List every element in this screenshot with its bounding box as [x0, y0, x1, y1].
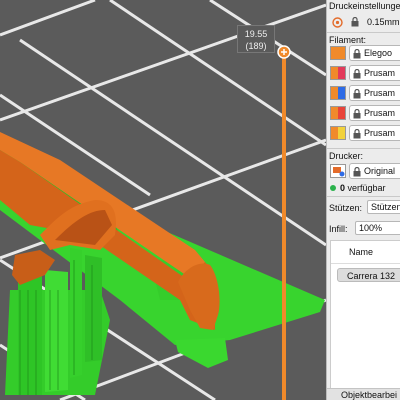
filament-label: Filament:	[329, 35, 367, 45]
swatch-color-1	[338, 87, 345, 99]
filament-combo[interactable]: Prusam	[349, 85, 400, 101]
lock-icon	[353, 108, 361, 118]
status-dot-icon	[330, 184, 336, 191]
filament-color-swatch[interactable]	[330, 86, 346, 100]
lock-icon	[353, 68, 361, 78]
filament-name: Prusam	[364, 128, 396, 138]
filament-name: Prusam	[364, 88, 396, 98]
swatch-color-0	[331, 47, 345, 59]
filament-color-swatch[interactable]	[330, 106, 346, 120]
lock-icon	[351, 16, 359, 29]
available-text: verfügbar	[347, 182, 386, 193]
swatch-color-0	[331, 107, 338, 119]
available-count: 0	[340, 182, 346, 193]
swatch-color-0	[331, 127, 338, 139]
settings-sidebar: Druckeinstellungen 0.15mm Filament: Druc…	[326, 0, 400, 400]
filament-name: Elegoo	[364, 48, 393, 58]
swatch-color-0	[331, 87, 338, 99]
printer-icon	[330, 164, 346, 178]
filament-name: Prusam	[364, 68, 396, 78]
filament-combo[interactable]: Prusam	[349, 105, 400, 121]
lock-icon	[353, 166, 361, 176]
filament-name: Prusam	[364, 108, 396, 118]
lock-icon	[353, 88, 361, 98]
swatch-color-1	[338, 67, 345, 79]
swatch-color-0	[331, 67, 338, 79]
object-list[interactable]: Name Carrera 132	[330, 240, 400, 390]
filament-color-swatch[interactable]	[330, 66, 346, 80]
printer-name: Original	[364, 166, 396, 176]
filament-combo[interactable]: Prusam	[349, 125, 400, 141]
availability-row: 0 verfügbar	[330, 180, 386, 195]
supports-select[interactable]: Stützen	[367, 200, 400, 214]
printer-combo[interactable]: Original	[349, 163, 400, 179]
3d-viewport[interactable]: 19.55 (189)	[0, 0, 326, 400]
filament-combo[interactable]: Elegoo	[349, 45, 400, 61]
swatch-color-1	[338, 107, 345, 119]
infill-input[interactable]: 100%	[355, 221, 400, 235]
layer-number: (189)	[245, 41, 267, 51]
print-settings-icon	[332, 17, 343, 28]
filament-color-swatch[interactable]	[330, 126, 346, 140]
print-settings-combo[interactable]: 0.15mm	[367, 14, 400, 29]
object-edit-tab[interactable]: Objektbearbei	[327, 388, 400, 400]
layer-height-value: 19.55	[244, 29, 268, 39]
printer-label: Drucker:	[329, 151, 364, 161]
layer-height-tooltip: 19.55 (189)	[237, 25, 275, 53]
build-plate-scene[interactable]	[0, 0, 326, 400]
infill-label: Infill:	[329, 224, 348, 234]
object-row[interactable]: Carrera 132	[337, 268, 400, 282]
swatch-color-1	[338, 127, 345, 139]
filament-color-swatch[interactable]	[330, 46, 346, 60]
filament-combo[interactable]: Prusam	[349, 65, 400, 81]
print-settings-label: Druckeinstellungen	[329, 1, 400, 11]
supports-label: Stützen:	[329, 203, 363, 213]
lock-icon	[353, 48, 361, 58]
name-column-header[interactable]: Name	[349, 247, 373, 257]
lock-icon	[353, 128, 361, 138]
